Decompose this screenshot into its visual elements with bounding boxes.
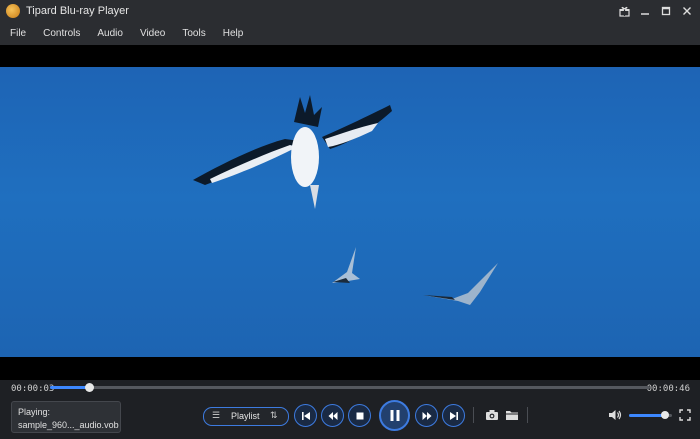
gift-icon[interactable] [615, 0, 633, 22]
fast-forward-button[interactable] [415, 404, 438, 427]
open-folder-icon[interactable] [504, 408, 520, 422]
foreground-bird [193, 95, 392, 209]
pause-icon [390, 410, 399, 421]
playlist-button[interactable]: ☰ Playlist ⇅ [203, 407, 289, 426]
seek-bar[interactable] [50, 383, 650, 392]
fullscreen-icon[interactable] [677, 408, 693, 422]
menu-file[interactable]: File [0, 28, 33, 39]
video-viewport[interactable] [0, 45, 700, 380]
background-bird [423, 263, 498, 305]
list-icon: ☰ [212, 410, 221, 420]
rewind-icon [328, 411, 337, 420]
playlist-label: Playlist [231, 411, 260, 421]
current-time: 00:00:03 [11, 384, 55, 394]
fast-forward-icon [422, 411, 431, 420]
divider [527, 407, 528, 423]
rewind-button[interactable] [321, 404, 344, 427]
disc-logo-icon [6, 4, 20, 18]
birds-scene [193, 95, 498, 305]
maximize-icon[interactable] [657, 0, 675, 22]
pause-button[interactable] [379, 400, 410, 431]
window-title: Tipard Blu-ray Player [26, 5, 129, 17]
menu-bar: File Controls Audio Video Tools Help [0, 22, 700, 45]
volume-slider[interactable] [629, 411, 672, 419]
previous-icon [301, 411, 310, 420]
now-playing-box: Playing: sample_960..._audio.vob [11, 401, 121, 433]
volume-slider-fill [629, 414, 665, 417]
close-icon[interactable] [678, 0, 696, 22]
now-playing-file: sample_960..._audio.vob [18, 420, 119, 430]
stop-button[interactable] [348, 404, 371, 427]
volume-icon[interactable] [607, 408, 623, 422]
menu-controls[interactable]: Controls [33, 28, 87, 39]
next-button[interactable] [442, 404, 465, 427]
background-bird [332, 247, 360, 283]
now-playing-label: Playing: [18, 407, 51, 417]
divider [473, 407, 474, 423]
video-frame [0, 67, 700, 357]
window-controls [612, 0, 696, 22]
next-icon [449, 411, 458, 420]
previous-button[interactable] [294, 404, 317, 427]
sort-icon[interactable]: ⇅ [270, 410, 278, 421]
volume-slider-handle[interactable] [660, 411, 669, 419]
total-time: 00:00:46 [646, 384, 690, 394]
snapshot-camera-icon[interactable] [484, 408, 500, 422]
menu-help[interactable]: Help [213, 28, 251, 39]
menu-video[interactable]: Video [130, 28, 172, 39]
menu-audio[interactable]: Audio [87, 28, 130, 39]
seek-bar-handle[interactable] [85, 383, 94, 392]
menu-tools[interactable]: Tools [172, 28, 212, 39]
title-bar: Tipard Blu-ray Player [0, 0, 700, 22]
minimize-icon[interactable] [636, 0, 654, 22]
seek-bar-fill [50, 386, 89, 389]
stop-icon [356, 412, 363, 419]
